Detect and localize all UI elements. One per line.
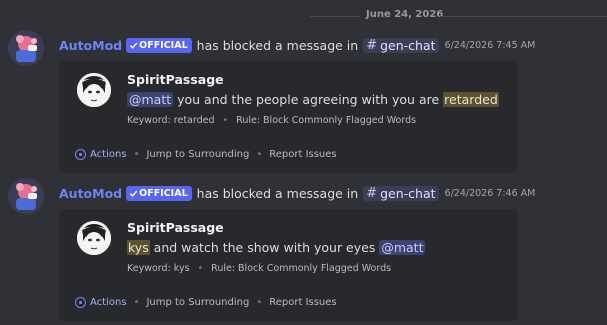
automod-avatar[interactable] — [8, 30, 44, 66]
message-timestamp[interactable]: 6/24/2026 7:45 AM — [445, 40, 536, 51]
message-header: AutoMod OFFICIAL has blocked a message i… — [59, 186, 535, 201]
action-text: has blocked a message in — [196, 38, 359, 53]
official-badge-label: OFFICIAL — [139, 40, 188, 51]
divider-date: June 24, 2026 — [360, 9, 450, 20]
date-divider: June 24, 2026 — [0, 8, 607, 24]
report-issues-button[interactable]: Report Issues — [269, 149, 336, 160]
user-mention[interactable]: @matt — [379, 240, 426, 255]
user-avatar[interactable] — [77, 221, 111, 255]
official-badge: OFFICIAL — [126, 38, 192, 53]
block-meta: Keyword: kys • Rule: Block Commonly Flag… — [127, 263, 391, 274]
channel-mention[interactable]: # gen-chat — [363, 186, 439, 201]
check-icon — [129, 42, 138, 49]
jump-to-surrounding-button[interactable]: Jump to Surrounding — [146, 297, 249, 308]
user-mention[interactable]: @matt — [127, 92, 174, 107]
actions-button[interactable]: Actions — [75, 149, 127, 160]
meta-dot: • — [222, 115, 229, 126]
divider-line-left — [310, 16, 360, 17]
message-header: AutoMod OFFICIAL has blocked a message i… — [59, 38, 535, 53]
channel-mention[interactable]: # gen-chat — [363, 38, 439, 53]
divider-line-right — [440, 16, 607, 17]
actions-icon — [75, 149, 86, 160]
blocked-username[interactable]: SpiritPassage — [127, 72, 224, 87]
card-actions: Actions • Jump to Surrounding • Report I… — [75, 149, 337, 160]
actions-button[interactable]: Actions — [75, 297, 127, 308]
actions-label: Actions — [90, 297, 127, 308]
flagged-keyword: kys — [127, 240, 150, 255]
action-text: has blocked a message in — [196, 186, 359, 201]
block-meta: Keyword: retarded • Rule: Block Commonly… — [127, 115, 416, 126]
message-text: you and the people agreeing with you are — [173, 92, 444, 107]
report-issues-button[interactable]: Report Issues — [269, 297, 336, 308]
jump-to-surrounding-button[interactable]: Jump to Surrounding — [146, 149, 249, 160]
author-name[interactable]: AutoMod — [59, 186, 122, 201]
actions-separator: • — [133, 297, 140, 308]
official-badge-label: OFFICIAL — [139, 188, 188, 199]
blocked-content: @matt you and the people agreeing with y… — [127, 92, 499, 107]
actions-separator: • — [256, 149, 263, 160]
channel-name: gen-chat — [380, 186, 436, 201]
message-text: and watch the show with your eyes — [149, 240, 380, 255]
card-actions: Actions • Jump to Surrounding • Report I… — [75, 297, 337, 308]
actions-label: Actions — [90, 149, 127, 160]
hash-icon: # — [366, 186, 378, 201]
official-badge: OFFICIAL — [126, 186, 192, 201]
blocked-message-card: SpiritPassage kys and watch the show wit… — [59, 209, 518, 321]
message-timestamp[interactable]: 6/24/2026 7:46 AM — [445, 188, 536, 199]
user-avatar[interactable] — [77, 73, 111, 107]
blocked-username[interactable]: SpiritPassage — [127, 220, 224, 235]
author-name[interactable]: AutoMod — [59, 38, 122, 53]
rule-label: Rule: Block Commonly Flagged Words — [211, 263, 392, 274]
rule-label: Rule: Block Commonly Flagged Words — [236, 115, 417, 126]
hash-icon: # — [366, 38, 378, 53]
keyword-label: Keyword: retarded — [127, 115, 215, 126]
channel-name: gen-chat — [380, 38, 436, 53]
actions-separator: • — [133, 149, 140, 160]
flagged-keyword: retarded — [443, 92, 499, 107]
blocked-content: kys and watch the show with your eyes @m… — [127, 240, 426, 255]
actions-separator: • — [256, 297, 263, 308]
keyword-label: Keyword: kys — [127, 263, 190, 274]
actions-icon — [75, 297, 86, 308]
check-icon — [129, 190, 138, 197]
blocked-message-card: SpiritPassage @matt you and the people a… — [59, 61, 518, 173]
automod-avatar[interactable] — [8, 178, 44, 214]
meta-dot: • — [197, 263, 204, 274]
